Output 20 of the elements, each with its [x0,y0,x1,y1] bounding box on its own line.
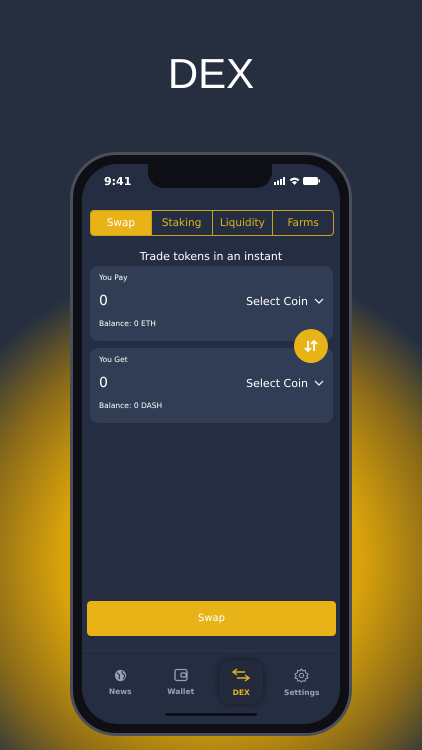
page-title: DEX [168,49,254,99]
status-time: 9:41 [104,174,132,188]
coin-select[interactable]: Select Coin [246,294,324,308]
tab[interactable]: Staking [150,211,212,235]
chevron-icon [314,298,324,304]
amount-value[interactable]: 0 [99,375,108,391]
settings-icon [294,668,310,682]
signal-icon [274,177,286,185]
arrows-icon [232,667,250,683]
wifi-icon [289,177,300,185]
wallet-icon [174,668,188,682]
chevron-icon [314,380,324,386]
coin-select[interactable]: Select Coin [246,376,324,390]
amount-value[interactable]: 0 [99,293,108,309]
battery-icon [303,177,320,185]
swap-arrows-icon [303,339,319,353]
section-heading: Trade tokens in an instant [138,250,284,263]
tab[interactable]: Liquidity [212,211,272,235]
tab[interactable]: Farms [272,211,333,235]
globe-icon [114,668,127,682]
